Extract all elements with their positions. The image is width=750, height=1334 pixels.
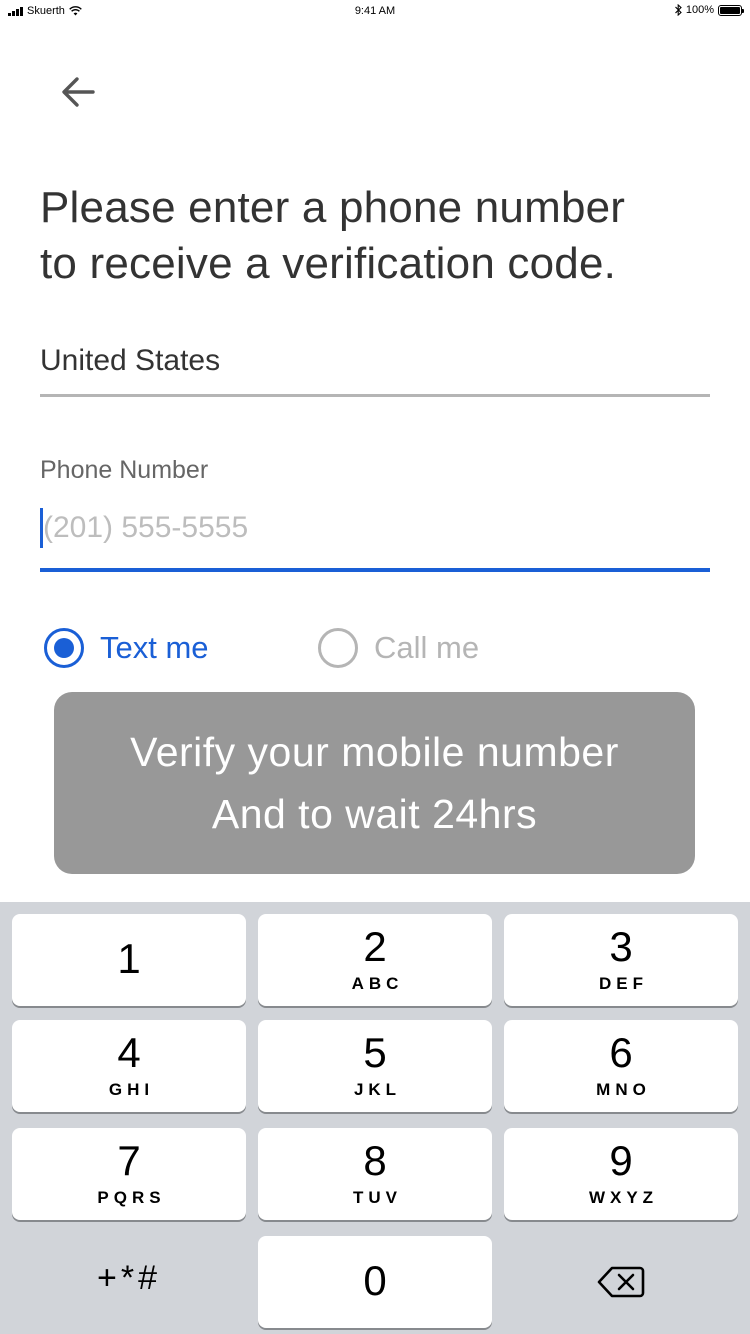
- key-letters: PQRS: [97, 1188, 166, 1207]
- status-right: 100%: [674, 4, 744, 16]
- call-me-radio[interactable]: Call me: [318, 628, 479, 668]
- phone-number-field[interactable]: [40, 500, 710, 572]
- delete-key[interactable]: [504, 1236, 738, 1328]
- toast-line-2: And to wait 24hrs: [211, 791, 538, 837]
- key-digit: 9: [609, 1137, 633, 1184]
- key-8[interactable]: 8 TUV: [258, 1128, 492, 1220]
- key-digit: 5: [363, 1029, 387, 1076]
- key-5[interactable]: 5 JKL: [258, 1020, 492, 1112]
- toast-message: Verify your mobile number And to wait 24…: [54, 692, 695, 874]
- symbols-key[interactable]: +*#: [12, 1236, 246, 1328]
- key-digit: 1: [117, 935, 141, 982]
- arrow-left-icon: [62, 77, 95, 107]
- back-button[interactable]: [56, 70, 100, 114]
- phone-number-label: Phone Number: [40, 456, 209, 484]
- battery-icon: [718, 4, 744, 16]
- toast-line-1: Verify your mobile number: [130, 729, 619, 775]
- key-letters: JKL: [353, 1080, 402, 1099]
- key-letters: GHI: [108, 1080, 155, 1099]
- key-digit: 6: [609, 1029, 633, 1076]
- key-9[interactable]: 9 WXYZ: [504, 1128, 738, 1220]
- key-2[interactable]: 2 ABC: [258, 914, 492, 1006]
- key-letters: WXYZ: [588, 1188, 659, 1207]
- country-value: United States: [40, 344, 221, 377]
- bluetooth-icon: [674, 4, 682, 16]
- key-7[interactable]: 7 PQRS: [12, 1128, 246, 1220]
- key-digit: 8: [363, 1137, 387, 1184]
- key-0[interactable]: 0: [258, 1236, 492, 1328]
- key-letters: DEF: [599, 974, 648, 993]
- call-me-label: Call me: [374, 630, 480, 665]
- key-digit: 2: [363, 923, 387, 970]
- key-letters: MNO: [596, 1080, 651, 1099]
- key-3[interactable]: 3 DEF: [504, 914, 738, 1006]
- backspace-wrap: [504, 1236, 738, 1328]
- title-line-1: Please enter a phone number: [40, 183, 626, 232]
- phone-number-input[interactable]: [43, 506, 703, 550]
- status-bar: Skuerth 9:41 AM 100%: [0, 0, 750, 24]
- page-title: Please enter a phone number to receive a…: [40, 180, 720, 292]
- key-letters: ABC: [351, 974, 404, 993]
- key-digit: 4: [117, 1029, 141, 1076]
- numeric-keypad: 1 2 ABC 3 DEF 4 GHI 5 JKL 6 MNO 7 PQRS 8…: [0, 902, 750, 1334]
- key-digit: 7: [117, 1137, 141, 1184]
- radio-unchecked-icon: [318, 628, 358, 668]
- text-me-radio[interactable]: Text me: [44, 628, 209, 668]
- backspace-icon: [597, 1266, 645, 1298]
- radio-checked-icon: [44, 628, 84, 668]
- key-digit: 3: [609, 923, 633, 970]
- status-time: 9:41 AM: [354, 5, 396, 17]
- key-4[interactable]: 4 GHI: [12, 1020, 246, 1112]
- symbols-label: +*#: [97, 1259, 161, 1297]
- key-6[interactable]: 6 MNO: [504, 1020, 738, 1112]
- key-digit: 0: [363, 1257, 387, 1304]
- title-line-2: to receive a verification code.: [40, 239, 617, 288]
- country-select[interactable]: United States: [40, 340, 710, 397]
- key-letters: TUV: [353, 1188, 402, 1207]
- text-me-label: Text me: [100, 630, 209, 665]
- key-1[interactable]: 1: [12, 914, 246, 1006]
- battery-percent: 100%: [685, 4, 714, 16]
